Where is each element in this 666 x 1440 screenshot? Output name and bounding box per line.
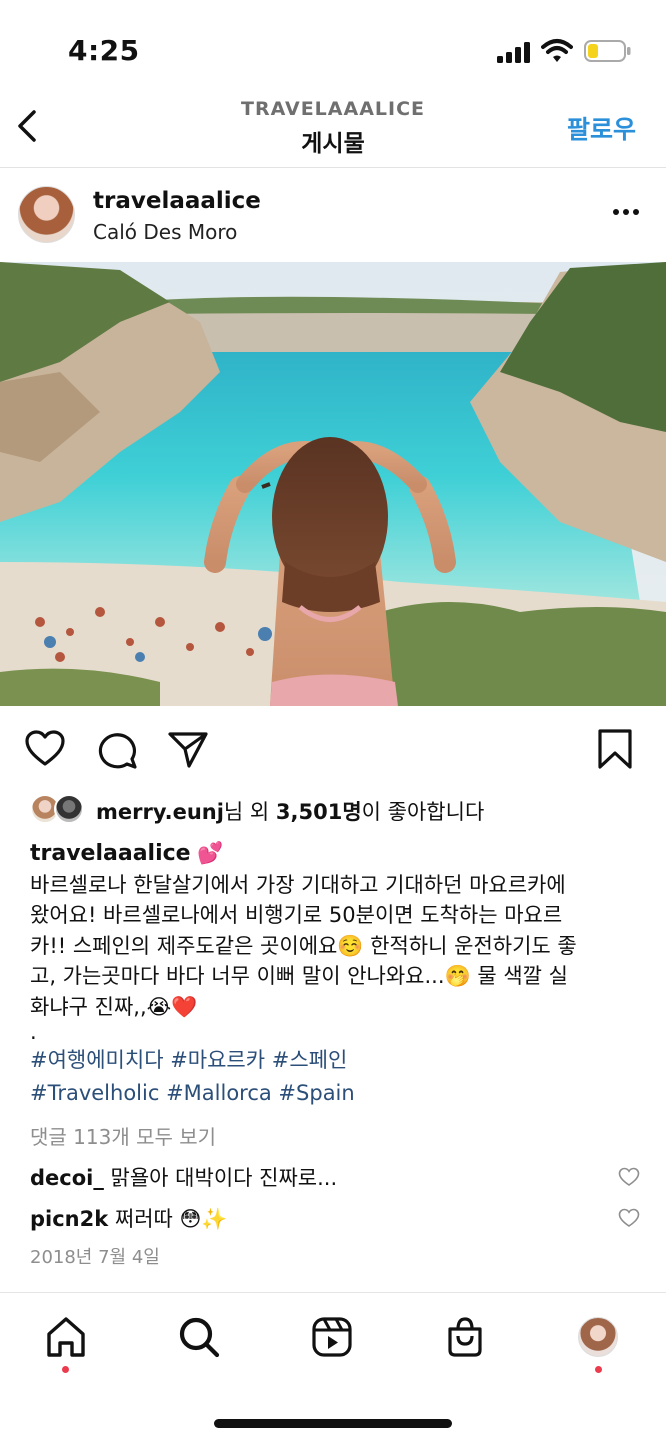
likes-summary[interactable]: merry.eunj님 외 3,501명이 좋아합니다 bbox=[30, 792, 650, 826]
likes-connector: 님 외 bbox=[223, 800, 276, 824]
caption-header: travelaaalice 💕 bbox=[30, 838, 640, 870]
liker-avatar bbox=[54, 794, 84, 824]
shop-icon[interactable] bbox=[443, 1315, 487, 1359]
follow-button[interactable]: 팔로우 bbox=[567, 110, 636, 146]
caption-username[interactable]: travelaaalice bbox=[30, 841, 191, 866]
post-header: travelaaalice Caló Des Moro bbox=[0, 168, 666, 262]
heart-icon[interactable] bbox=[24, 728, 66, 770]
post-date: 2018년 7월 4일 bbox=[30, 1247, 160, 1268]
wifi-icon bbox=[541, 39, 573, 62]
liker-username[interactable]: merry.eunj bbox=[96, 800, 224, 824]
beach-cove-photo bbox=[0, 262, 666, 706]
comment-username[interactable]: decoi_ bbox=[30, 1166, 104, 1190]
hashtag-line[interactable]: #여행에미치다 #마요르카 #스페인 bbox=[30, 1044, 355, 1077]
reels-icon[interactable] bbox=[310, 1315, 354, 1359]
top-navigation-bar: TRAVELAAALICE 게시물 팔로우 bbox=[0, 90, 666, 168]
comment-row: decoi_ 맑욜아 대박이다 진짜로... bbox=[30, 1162, 337, 1192]
author-username[interactable]: travelaaalice bbox=[93, 188, 261, 214]
bottom-tab-bar bbox=[0, 1292, 666, 1440]
comment-icon[interactable] bbox=[97, 728, 139, 770]
caption-line: 화냐구 진짜,,😭❤️ bbox=[30, 994, 198, 1019]
likes-count[interactable]: 3,501명 bbox=[276, 800, 362, 824]
post-actions bbox=[0, 706, 666, 790]
hashtags: #여행에미치다 #마요르카 #스페인 #Travelholic #Mallorc… bbox=[30, 1044, 355, 1109]
battery-icon bbox=[584, 40, 631, 62]
home-indicator bbox=[214, 1419, 452, 1428]
comment-row: picn2k 쩌러따 😳✨ bbox=[30, 1203, 228, 1233]
home-icon[interactable] bbox=[44, 1315, 88, 1359]
comment-like-icon[interactable] bbox=[618, 1167, 640, 1187]
post-caption: travelaaalice 💕 바르셀로나 한달살기에서 가장 기대하고 기대하… bbox=[30, 838, 640, 1050]
caption-line: 고, 가는곳마다 바다 너무 이뻐 말이 안나와요...🤭 물 색깔 실 bbox=[30, 964, 568, 989]
comment-text: 맑욜아 대박이다 진짜로... bbox=[110, 1166, 338, 1190]
profile-notification-dot bbox=[595, 1366, 602, 1373]
more-dots-icon[interactable] bbox=[612, 208, 640, 216]
hashtag-line[interactable]: #Travelholic #Mallorca #Spain bbox=[30, 1077, 355, 1110]
status-time: 4:25 bbox=[68, 34, 140, 67]
home-notification-dot bbox=[62, 1366, 69, 1373]
cellular-signal-icon bbox=[497, 42, 530, 63]
post-location[interactable]: Caló Des Moro bbox=[93, 220, 237, 244]
caption-line: 왔어요! 바르셀로나에서 비행기로 50분이면 도착하는 마요르 bbox=[30, 903, 563, 928]
bookmark-icon[interactable] bbox=[594, 728, 636, 770]
status-bar: 4:25 bbox=[0, 0, 666, 90]
post-photo[interactable] bbox=[0, 262, 666, 706]
profile-avatar[interactable] bbox=[578, 1317, 618, 1357]
caption-emoji: 💕 bbox=[197, 841, 224, 865]
caption-line: 카!! 스페인의 제주도같은 곳이에요☺️ 한적하니 운전하기도 좋 bbox=[30, 933, 577, 958]
comment-like-icon[interactable] bbox=[618, 1208, 640, 1228]
search-icon[interactable] bbox=[177, 1315, 221, 1359]
author-avatar[interactable] bbox=[18, 186, 75, 243]
send-icon[interactable] bbox=[167, 728, 209, 770]
likes-text: merry.eunj님 외 3,501명이 좋아합니다 bbox=[96, 796, 484, 826]
comment-text: 쩌러따 😳✨ bbox=[114, 1207, 228, 1231]
likes-suffix: 이 좋아합니다 bbox=[361, 800, 485, 824]
comment-username[interactable]: picn2k bbox=[30, 1207, 108, 1231]
view-all-comments-link[interactable]: 댓글 113개 모두 보기 bbox=[30, 1121, 216, 1150]
caption-line: 바르셀로나 한달살기에서 가장 기대하고 기대하던 마요르카에 bbox=[30, 872, 566, 897]
